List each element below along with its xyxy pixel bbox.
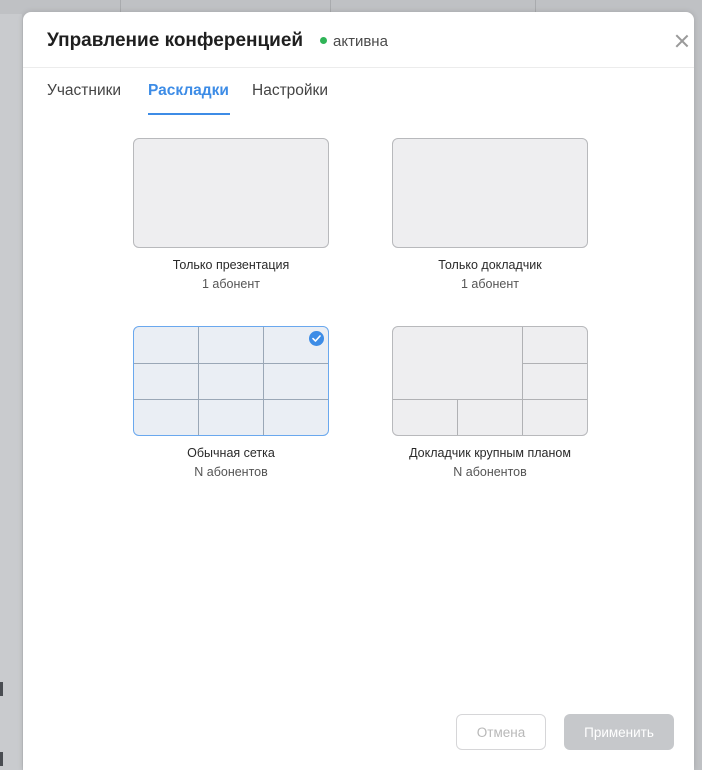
- layout-name: Только докладчик: [438, 258, 542, 272]
- layout-thumbnail: [392, 138, 588, 248]
- layout-participant-count: N абонентов: [453, 465, 527, 479]
- conference-management-dialog: Управление конференцией активна Участник…: [23, 12, 694, 770]
- dialog-title: Управление конференцией: [47, 30, 304, 51]
- tab-layouts[interactable]: Раскладки: [148, 82, 229, 100]
- tab-settings[interactable]: Настройки: [252, 82, 328, 100]
- apply-button[interactable]: Применить: [564, 714, 674, 750]
- close-icon[interactable]: [673, 32, 691, 50]
- layout-name: Обычная сетка: [187, 446, 275, 460]
- conference-status: активна: [320, 33, 388, 50]
- layout-participant-count: 1 абонент: [461, 277, 519, 291]
- cancel-button[interactable]: Отмена: [456, 714, 546, 750]
- backdrop-left-strip: [0, 14, 22, 770]
- layout-participant-count: 1 абонент: [202, 277, 260, 291]
- layout-name: Только презентация: [172, 258, 290, 272]
- dialog-footer: Отмена Применить: [23, 712, 694, 770]
- status-label: активна: [333, 33, 388, 50]
- layout-participant-count: N абонентов: [194, 465, 268, 479]
- layout-thumbnail: [392, 326, 588, 436]
- dialog-header: Управление конференцией активна: [23, 12, 694, 68]
- status-dot-icon: [320, 37, 327, 44]
- active-tab-indicator: [148, 113, 230, 115]
- tab-participants[interactable]: Участники: [47, 82, 121, 100]
- layout-thumbnail: [133, 138, 329, 248]
- layout-thumbnail: [133, 326, 329, 436]
- layout-name: Докладчик крупным планом: [409, 446, 571, 460]
- checkmark-icon: [309, 331, 324, 346]
- tab-bar: Участники Раскладки Настройки: [23, 79, 694, 119]
